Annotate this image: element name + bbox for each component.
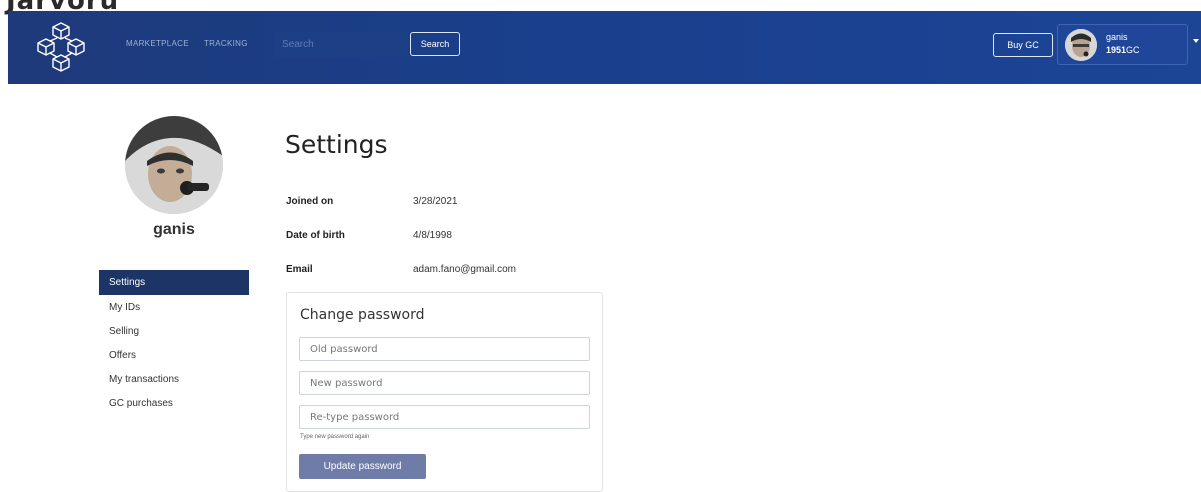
date-of-birth-value: 4/8/1998 xyxy=(413,230,452,241)
change-password-card: Change password Type new password again … xyxy=(286,292,603,492)
update-password-button[interactable]: Update password xyxy=(299,454,426,479)
joined-on-value: 3/28/2021 xyxy=(413,196,458,207)
profile-name: ganis xyxy=(153,221,195,238)
sidebar-item-offers[interactable]: Offers xyxy=(99,344,249,368)
user-menu[interactable]: ganis 1951GC xyxy=(1057,24,1188,65)
user-gc-balance: 1951GC xyxy=(1106,45,1140,55)
date-of-birth-label: Date of birth xyxy=(286,230,345,241)
retype-password-hint: Type new password again xyxy=(300,434,370,440)
nav-tracking[interactable]: TRACKING xyxy=(204,39,248,48)
nav-marketplace[interactable]: MARKETPLACE xyxy=(126,39,189,48)
navbar: MARKETPLACE TRACKING Search Buy GC ganis… xyxy=(8,11,1201,84)
sidebar-item-settings[interactable]: Settings xyxy=(99,270,249,295)
email-value: adam.fano@gmail.com xyxy=(413,264,516,275)
cube-network-icon[interactable] xyxy=(36,19,86,75)
profile-avatar xyxy=(125,116,223,214)
joined-on-label: Joined on xyxy=(286,196,334,207)
sidebar-item-my-ids[interactable]: My IDs xyxy=(99,296,249,320)
user-avatar xyxy=(1065,29,1097,61)
sidebar-nav: Settings My IDs Selling Offers My transa… xyxy=(99,270,249,416)
sidebar-item-selling[interactable]: Selling xyxy=(99,320,249,344)
sidebar-item-gc-purchases[interactable]: GC purchases xyxy=(99,392,249,416)
page-title: Settings xyxy=(285,130,388,159)
sidebar-item-my-transactions[interactable]: My transactions xyxy=(99,368,249,392)
email-label: Email xyxy=(286,264,313,275)
new-password-field[interactable] xyxy=(299,371,590,395)
buy-gc-button[interactable]: Buy GC xyxy=(993,33,1053,57)
caret-down-icon[interactable] xyxy=(1193,39,1199,43)
user-name: ganis xyxy=(1106,32,1128,42)
retype-password-field[interactable] xyxy=(299,405,590,429)
change-password-title: Change password xyxy=(300,307,425,323)
search-button[interactable]: Search xyxy=(410,32,460,56)
old-password-field[interactable] xyxy=(299,337,590,361)
search-input[interactable] xyxy=(274,32,408,57)
